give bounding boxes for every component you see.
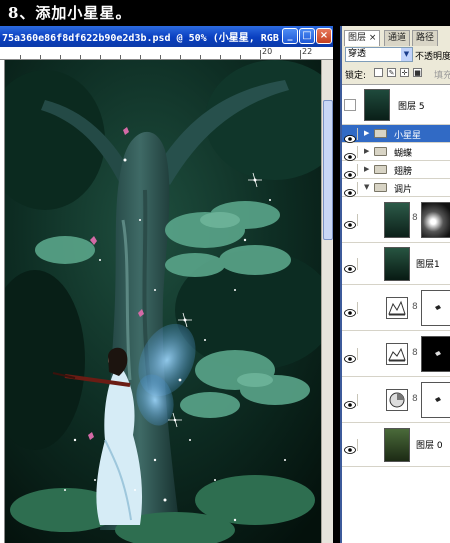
lock-row: 锁定: ✎ ✛ ■ 填充 — [342, 66, 450, 82]
layer-row[interactable]: 8 — [342, 377, 450, 423]
caption-text: 8、添加小星星。 — [8, 4, 132, 22]
link-chain-icon[interactable]: 8 — [412, 302, 418, 312]
lock-paint-icon[interactable]: ✎ — [387, 68, 396, 77]
layer-row[interactable]: ▶ 蝴蝶 — [342, 143, 450, 161]
expand-triangle-icon[interactable]: ▶ — [364, 147, 369, 155]
chevron-down-icon: ▼ — [401, 48, 412, 61]
expand-triangle-icon[interactable]: ▶ — [364, 165, 369, 173]
close-button[interactable]: × — [316, 28, 332, 44]
document-titlebar[interactable]: 75a360e86f8df622b90e2d3b.psd @ 50% (小星星,… — [0, 26, 333, 47]
layer-name: 图层 5 — [398, 102, 425, 112]
layers-panel: 图层 × 通道 路径 穿透 ▼ 不透明度 锁定: ✎ ✛ ■ 填充 图层 5 ▶ — [340, 26, 450, 543]
eye-icon[interactable] — [344, 128, 358, 143]
layer-mask-thumbnail[interactable] — [421, 290, 450, 326]
eye-icon[interactable] — [344, 302, 358, 317]
maximize-button[interactable]: □ — [299, 28, 315, 44]
document-title: 75a360e86f8df622b90e2d3b.psd @ 50% (小星星,… — [2, 33, 280, 44]
layer-thumbnail — [384, 247, 410, 281]
visibility-toggle[interactable] — [344, 99, 356, 111]
layer-thumbnail — [384, 202, 410, 238]
levels-adjustment-icon — [386, 297, 408, 319]
opacity-label: 不透明度 — [415, 52, 450, 62]
lock-all-icon[interactable]: ■ — [413, 68, 422, 77]
expand-triangle-icon[interactable]: ▶ — [364, 129, 369, 137]
layer-row[interactable]: 8 — [342, 331, 450, 377]
folder-icon — [374, 147, 387, 156]
link-chain-icon[interactable]: 8 — [412, 213, 418, 223]
layer-row[interactable]: 图层 5 — [342, 85, 450, 125]
layer-mask-thumbnail[interactable] — [421, 336, 450, 372]
ruler-label: 22 — [302, 47, 313, 56]
layer-name: 图层1 — [416, 260, 440, 270]
layer-row[interactable]: ▼ 调片 — [342, 179, 450, 197]
tab-paths[interactable]: 路径 — [412, 30, 439, 46]
collapse-triangle-icon[interactable]: ▼ — [364, 183, 369, 191]
minimize-button[interactable]: _ — [282, 28, 298, 44]
levels-adjustment-icon — [386, 343, 408, 365]
layer-row[interactable]: 图层1 — [342, 243, 450, 285]
horizontal-ruler: 20 22 — [0, 47, 333, 60]
layer-name: 翅膀 — [394, 167, 413, 177]
tutorial-caption: 8、添加小星星。 — [0, 0, 450, 26]
eye-icon[interactable] — [344, 214, 358, 229]
layer-row[interactable]: 8 — [342, 285, 450, 331]
eye-icon[interactable] — [344, 258, 358, 273]
folder-icon — [374, 183, 387, 192]
link-chain-icon[interactable]: 8 — [412, 394, 418, 404]
vertical-scrollbar[interactable] — [321, 60, 333, 543]
ruler-label: 20 — [262, 47, 273, 56]
eye-icon[interactable] — [344, 182, 358, 197]
fill-label: 填充 — [434, 71, 450, 81]
eye-icon[interactable] — [344, 164, 358, 179]
layer-thumbnail — [384, 428, 410, 462]
layer-thumbnail — [364, 89, 390, 121]
image-canvas[interactable] — [5, 60, 321, 543]
layer-mask-thumbnail[interactable] — [421, 202, 450, 238]
eye-icon[interactable] — [344, 394, 358, 409]
folder-icon — [374, 129, 387, 138]
layer-name: 小星星 — [394, 131, 422, 141]
lock-move-icon[interactable]: ✛ — [400, 68, 409, 77]
layer-row[interactable]: ▶ 小星星 — [342, 125, 450, 143]
document-window: 75a360e86f8df622b90e2d3b.psd @ 50% (小星星,… — [0, 26, 333, 543]
layer-row[interactable]: ▶ 翅膀 — [342, 161, 450, 179]
layer-mask-thumbnail[interactable] — [421, 382, 450, 418]
eye-icon[interactable] — [344, 146, 358, 161]
tab-channels[interactable]: 通道 — [384, 30, 411, 46]
layer-list: 图层 5 ▶ 小星星 ▶ 蝴蝶 ▶ 翅膀 ▼ 调片 8 图层1 8 8 8 图层… — [342, 84, 450, 543]
lock-transparent-icon[interactable] — [374, 68, 383, 77]
hue-saturation-icon — [386, 389, 408, 411]
blend-mode-value: 穿透 — [348, 49, 367, 59]
layer-name: 图层 0 — [416, 441, 443, 451]
eye-icon[interactable] — [344, 348, 358, 363]
folder-icon — [374, 165, 387, 174]
link-chain-icon[interactable]: 8 — [412, 348, 418, 358]
layer-row[interactable]: 8 — [342, 197, 450, 243]
layer-name: 蝴蝶 — [394, 149, 413, 159]
blend-mode-select[interactable]: 穿透 ▼ — [345, 47, 413, 62]
forest-fairy-image — [5, 60, 321, 543]
eye-icon[interactable] — [344, 439, 358, 454]
scrollbar-thumb[interactable] — [323, 100, 333, 240]
panel-tabs: 图层 × 通道 路径 — [342, 30, 450, 46]
lock-label: 锁定: — [345, 71, 367, 81]
layer-row[interactable]: 图层 0 — [342, 423, 450, 467]
blend-row: 穿透 ▼ 不透明度 — [342, 46, 450, 64]
layer-name: 调片 — [394, 185, 413, 195]
tab-layers[interactable]: 图层 × — [344, 30, 381, 46]
